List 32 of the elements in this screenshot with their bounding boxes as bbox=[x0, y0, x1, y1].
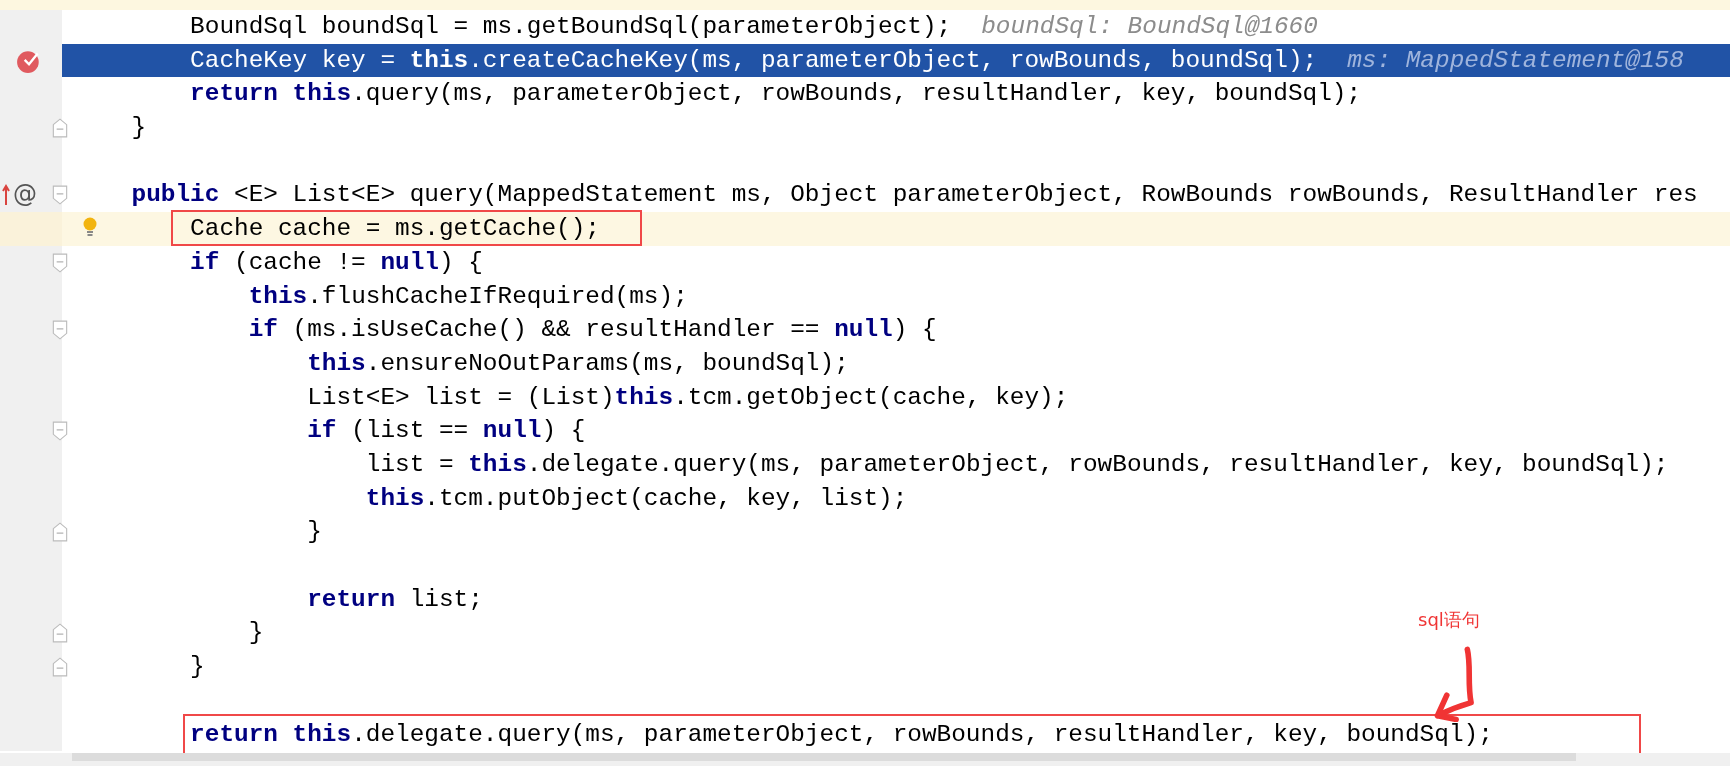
annotation-label: sql语句 bbox=[1418, 608, 1480, 632]
fold-icon[interactable] bbox=[52, 421, 68, 442]
code-line: } bbox=[131, 113, 147, 144]
fold-icon[interactable] bbox=[52, 623, 68, 644]
code-line: this.ensureNoOutParams(ms, boundSql); bbox=[307, 348, 849, 379]
code-line: return this.query(ms, parameterObject, rowBounds, resultHandler, key, boundSql); bbox=[190, 79, 1362, 110]
code-line: public <E> List<E> query(MappedStatement ms, Object parameterObject, RowBounds rowBounds, ResultHandler res bbox=[131, 180, 1698, 211]
code-line: } bbox=[307, 517, 322, 548]
code-line: return list; bbox=[307, 584, 483, 615]
code-line: BoundSql boundSql = ms.getBoundSql(parameterObject); bbox=[190, 12, 952, 42]
up-arrow-icon[interactable] bbox=[2, 184, 10, 207]
code-line: } bbox=[190, 652, 205, 683]
inline-debug-value: ms: MappedStatement@158 bbox=[1347, 45, 1684, 76]
fold-icon[interactable] bbox=[52, 657, 68, 678]
inline-debug-value: boundSql: BoundSql@1660 bbox=[981, 12, 1318, 42]
fold-icon[interactable] bbox=[52, 185, 68, 206]
annotation-marker[interactable]: @ bbox=[13, 178, 37, 212]
code-line: list = this.delegate.query(ms, parameterObject, rowBounds, resultHandler, key, boundSql); bbox=[365, 449, 1669, 480]
code-line: this.flushCacheIfRequired(ms); bbox=[248, 281, 688, 312]
code-line: this.tcm.putObject(cache, key, list); bbox=[365, 483, 908, 514]
fold-icon[interactable] bbox=[52, 320, 68, 341]
code-line: CacheKey key = this.createCacheKey(ms, parameterObject, rowBounds, boundSql); bbox=[190, 45, 1318, 76]
code-line: } bbox=[248, 618, 264, 649]
code-line: if (ms.isUseCache() && resultHandler == null) { bbox=[248, 315, 937, 346]
fold-icon[interactable] bbox=[52, 522, 68, 543]
code-line: if (cache != null) { bbox=[190, 247, 483, 278]
code-line: if (list == null) { bbox=[307, 416, 586, 447]
fold-icon[interactable] bbox=[52, 252, 68, 273]
horizontal-scrollbar[interactable] bbox=[72, 753, 1576, 761]
lightbulb-icon[interactable] bbox=[83, 217, 97, 238]
fold-icon[interactable] bbox=[52, 118, 68, 139]
code-line: List<E> list = (List)this.tcm.getObject(cache, key); bbox=[307, 382, 1069, 413]
